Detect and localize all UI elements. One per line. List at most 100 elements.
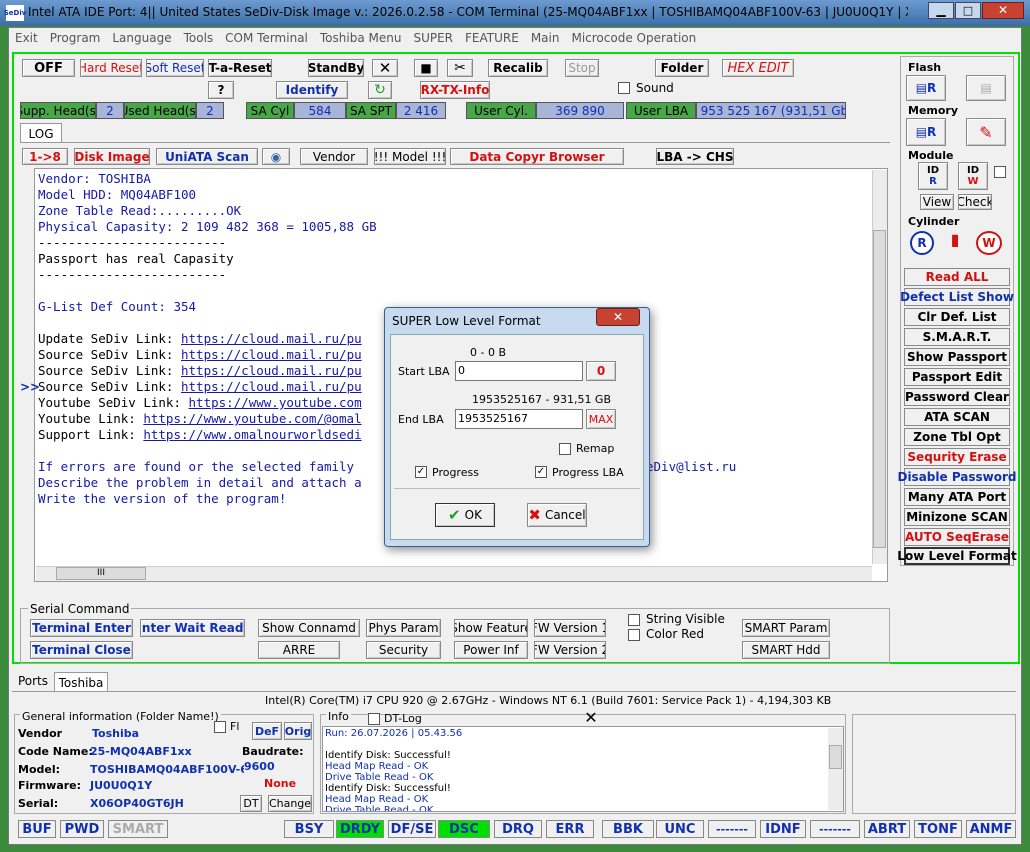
maximize-button[interactable]: □	[955, 2, 981, 19]
smart-hdd-button[interactable]: SMART Hdd	[742, 641, 830, 659]
terminal-enter-button[interactable]: Terminal Enter	[30, 619, 133, 637]
def-button[interactable]: DeF	[252, 722, 282, 740]
module-checkbox[interactable]	[994, 166, 1006, 178]
fw-version-1-button[interactable]: FW Version 1	[534, 619, 606, 637]
expand-arrow-button[interactable]: >>	[20, 380, 40, 398]
help-button[interactable]: ?	[208, 81, 234, 99]
fw-version-2-button[interactable]: FW Version 2	[534, 641, 606, 659]
show-command-button[interactable]: Show Connamd	[258, 619, 360, 637]
end-lba-input[interactable]: 1953525167	[455, 409, 583, 429]
tab-toshiba[interactable]: Toshiba	[54, 672, 108, 692]
show-feature-button[interactable]: Show Feature	[454, 619, 528, 637]
menu-feature[interactable]: FEATURE	[465, 31, 519, 45]
menu-language[interactable]: Language	[112, 31, 171, 45]
soft-reset-button[interactable]: Soft Reset	[146, 59, 204, 77]
max-button[interactable]: MAX	[586, 409, 616, 429]
log-link[interactable]: https://www.youtube.com/@omal	[143, 411, 361, 426]
memory-read-icon[interactable]: ▤R	[906, 118, 946, 146]
flash-read-icon[interactable]: ▤R	[906, 75, 946, 101]
t-a-reset-button[interactable]: T-a-Reset	[208, 59, 272, 77]
low-level-format-button[interactable]: Low Level Format	[897, 547, 1017, 565]
check-button[interactable]: Check	[958, 194, 992, 210]
menu-super[interactable]: SUPER	[413, 31, 453, 45]
off-button[interactable]: OFF	[22, 59, 75, 77]
password-clear-button[interactable]: Password Clear	[904, 388, 1010, 406]
module-id-read-icon[interactable]: ID R	[918, 162, 948, 190]
menu-main[interactable]: Main	[531, 31, 560, 45]
progress-lba-checkbox[interactable]: ✓	[535, 466, 547, 478]
security-button[interactable]: Security	[366, 641, 441, 659]
phys-param-button[interactable]: Phys Param	[366, 619, 441, 637]
start-zero-button[interactable]: 0	[586, 361, 616, 381]
log-link[interactable]: https://cloud.mail.ru/pu	[181, 331, 362, 346]
model-button[interactable]: !!! Model !!!	[374, 148, 446, 165]
smart-param-button[interactable]: SMART Param	[742, 619, 830, 637]
dialog-close-button[interactable]: ✕	[596, 308, 640, 326]
disable-password-button[interactable]: Disable Password	[897, 468, 1017, 486]
show-passport-button[interactable]: Show Passport	[904, 348, 1010, 366]
identify-button[interactable]: Identify	[276, 81, 348, 99]
many-ata-port-button[interactable]: Many ATA Port	[904, 488, 1010, 506]
stop-button[interactable]: Stop	[565, 59, 599, 77]
sequrity-erase-button[interactable]: Sequrity Erase	[904, 448, 1010, 466]
zone-tbl-opt-button[interactable]: Zone Tbl Opt	[904, 428, 1010, 446]
tab-log[interactable]: LOG	[20, 123, 62, 143]
menu-program[interactable]: Program	[50, 31, 101, 45]
one-to-eight-button[interactable]: 1->8	[22, 148, 68, 165]
cross-icon[interactable]: ✕	[372, 59, 398, 77]
ata-scan-button[interactable]: ATA SCAN	[904, 408, 1010, 426]
info-vscrollbar[interactable]	[828, 728, 843, 810]
sound-checkbox[interactable]	[618, 82, 630, 94]
log-link[interactable]: https://cloud.mail.ru/pu	[181, 347, 362, 362]
save-icon[interactable]: ■	[414, 59, 438, 77]
change-button[interactable]: Change	[268, 795, 312, 812]
menu-exit[interactable]: Exit	[15, 31, 38, 45]
menu-tools[interactable]: Tools	[184, 31, 214, 45]
module-id-write-icon[interactable]: ID W	[958, 162, 988, 190]
vendor-button[interactable]: Vendor	[300, 148, 368, 165]
folder-button[interactable]: Folder	[655, 59, 709, 77]
close-window-button[interactable]: ✕	[982, 2, 1024, 19]
start-lba-input[interactable]: 0	[455, 361, 583, 381]
defect-list-show-button[interactable]: Defect List Show	[900, 288, 1014, 306]
log-link[interactable]: https://www.omalnourworldsedi	[143, 427, 361, 442]
arre-button[interactable]: ARRE	[258, 641, 340, 659]
lba-chs-button[interactable]: LBA -> CHS	[656, 148, 734, 165]
rx-tx-info-button[interactable]: RX-TX-Info	[420, 81, 490, 99]
tab-ports[interactable]: Ports	[14, 672, 52, 690]
menu-com-terminal[interactable]: COM Terminal	[225, 31, 308, 45]
hard-reset-button[interactable]: Hard Reset	[80, 59, 142, 77]
passport-edit-button[interactable]: Passport Edit	[904, 368, 1010, 386]
log-hscroll-thumb[interactable]: III	[56, 567, 146, 580]
fl-checkbox[interactable]	[214, 721, 226, 733]
view-button[interactable]: View	[920, 194, 954, 210]
log-vscroll-thumb[interactable]	[873, 230, 886, 548]
log-hscrollbar[interactable]	[36, 566, 872, 581]
hex-edit-button[interactable]: HEX EDIT	[722, 59, 794, 77]
enter-wait-ready-button[interactable]: Enter Wait Ready	[140, 619, 245, 637]
power-inf-button[interactable]: Power Inf	[454, 641, 528, 659]
data-copyr-browser-button[interactable]: Data Copyr Browser	[450, 148, 624, 165]
cylinder-tool-icon[interactable]: ▮	[946, 230, 964, 256]
dt-log-checkbox[interactable]	[368, 713, 380, 725]
progress-checkbox[interactable]: ✓	[415, 466, 427, 478]
tools-icon[interactable]: ✂	[447, 59, 473, 77]
ok-button[interactable]: ✔ OK	[435, 503, 495, 527]
log-link[interactable]: https://cloud.mail.ru/pu	[181, 363, 362, 378]
minizone-scan-button[interactable]: Minizone SCAN	[904, 508, 1010, 526]
dt-button[interactable]: DT	[240, 795, 262, 812]
menu-toshiba[interactable]: Toshiba Menu	[320, 31, 402, 45]
cylinder-read-icon[interactable]: R	[910, 231, 934, 255]
flash-write-icon[interactable]: ▤	[966, 75, 1006, 101]
orig-button[interactable]: Orig	[284, 722, 312, 740]
smart-button[interactable]: S.M.A.R.T.	[904, 328, 1010, 346]
minimize-button[interactable]: ▁	[928, 2, 954, 19]
remap-checkbox[interactable]	[559, 443, 571, 455]
read-all-button[interactable]: Read ALL	[904, 268, 1010, 286]
info-vscroll-thumb[interactable]	[829, 745, 842, 769]
terminal-close-button[interactable]: Terminal Close	[30, 641, 133, 659]
info-close-icon[interactable]: ✕	[578, 710, 604, 726]
clr-def-list-button[interactable]: Clr Def. List	[904, 308, 1010, 326]
log-link[interactable]: https://cloud.mail.ru/pu	[181, 379, 362, 394]
recalib-button[interactable]: Recalib	[488, 59, 548, 77]
